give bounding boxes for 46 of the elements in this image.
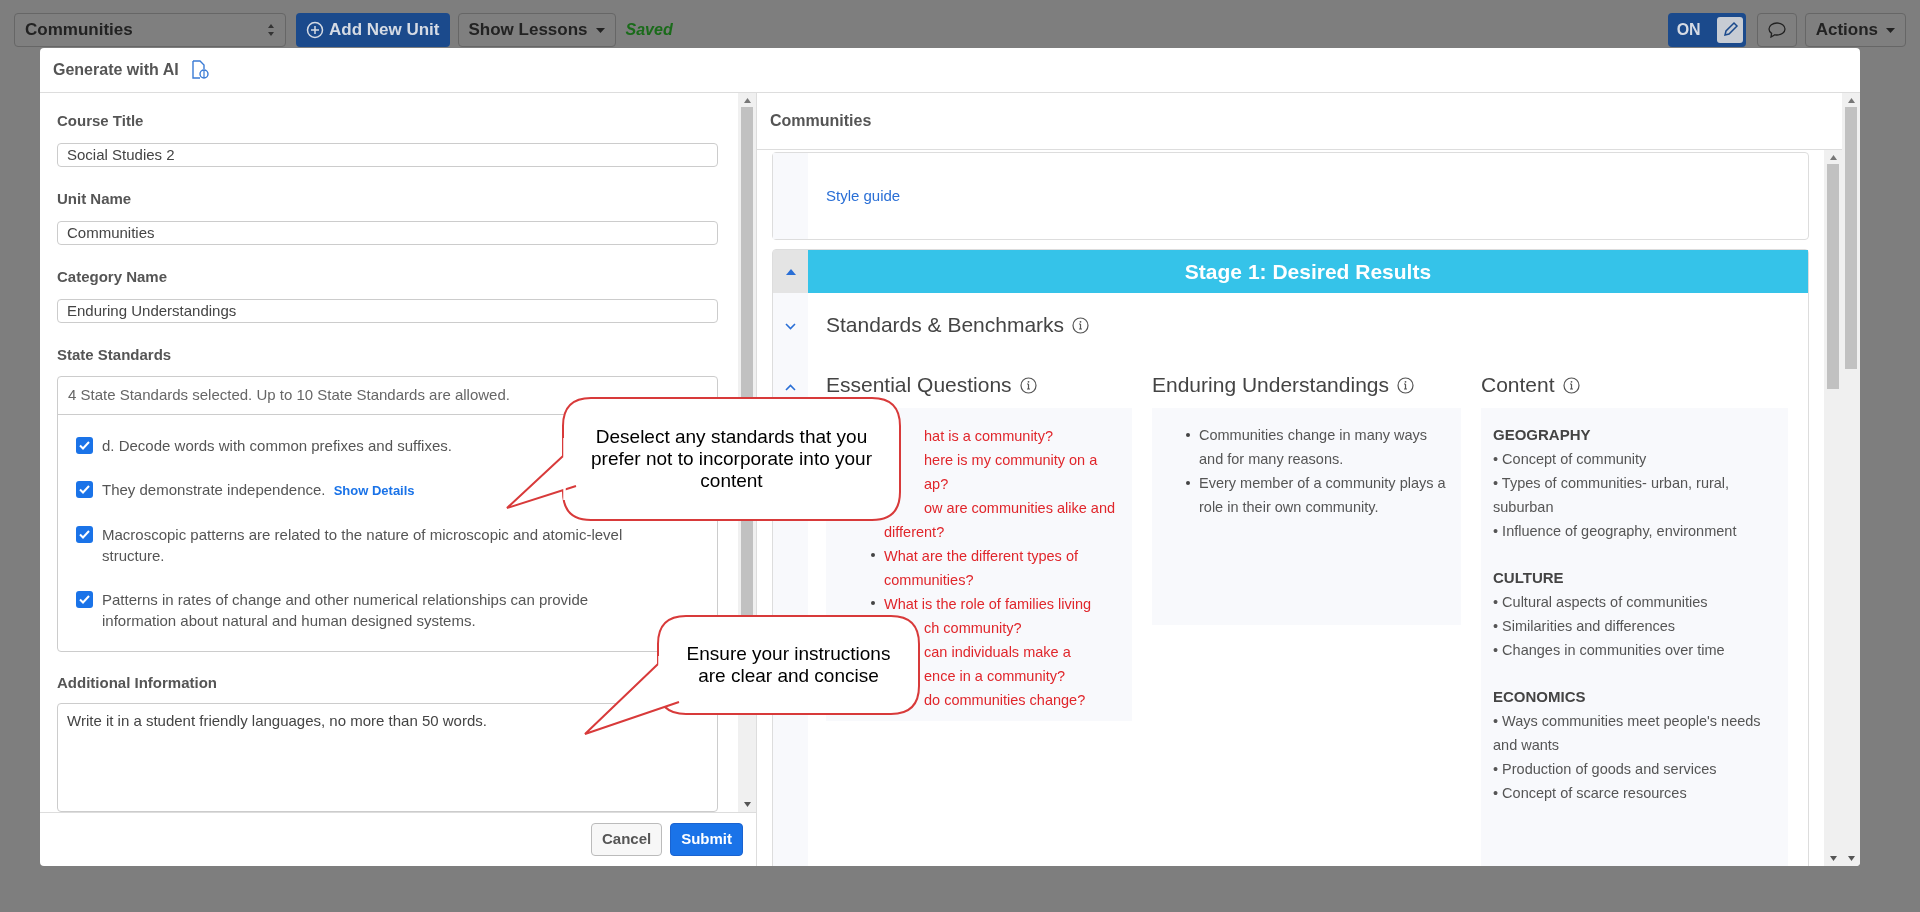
content-item: • Influence of geography, environment xyxy=(1493,522,1738,541)
content-item: • Ways communities meet people's needs and wants xyxy=(1493,712,1762,755)
callout-text: Deselect any standards that you prefer not to incorporate into your content xyxy=(590,426,873,492)
question-text: What is the role of families living xyxy=(884,595,1092,614)
question-text: do communities change? xyxy=(924,691,1086,710)
question-text: different? xyxy=(884,523,945,542)
preview-title: Communities xyxy=(770,111,872,131)
field-label: Unit Name xyxy=(57,189,132,210)
question-text: What are the different types of xyxy=(884,547,1078,566)
field-label: State Standards xyxy=(57,345,172,366)
content-item: • Changes in communities over time xyxy=(1493,641,1726,660)
content-heading: GEOGRAPHY xyxy=(1493,425,1592,445)
selection-summary: 4 State Standards selected. Up to 10 State Standards are allowed. xyxy=(68,384,510,405)
content-item: • Concept of scarce resources xyxy=(1493,784,1688,803)
content-item: • Production of goods and services xyxy=(1493,760,1718,779)
section-heading: Essential Questions xyxy=(826,372,1012,399)
section-heading: Standards & Benchmarks xyxy=(826,312,1065,339)
content-item: • Types of communities- urban, rural, suburban xyxy=(1493,474,1731,517)
question-text: ap? xyxy=(924,475,949,494)
content-heading: CULTURE xyxy=(1493,568,1565,588)
field-label: Course Title xyxy=(57,111,144,131)
question-text: ow are communities alike and xyxy=(924,499,1115,518)
question-text: here is my community on a xyxy=(924,451,1098,470)
question-text: ence in a community? xyxy=(924,667,1066,686)
standard-text: They demonstrate independence. xyxy=(102,480,326,498)
content-heading: ECONOMICS xyxy=(1493,687,1587,707)
callout-text: Ensure your instructions are clear and concise xyxy=(685,643,892,687)
stage-title: Stage 1: Desired Results xyxy=(808,250,1808,293)
question-text: can individuals make a xyxy=(924,643,1071,662)
save-status: Saved xyxy=(625,20,673,40)
modal-title: Generate with AI xyxy=(53,60,179,80)
section-heading: Content xyxy=(1481,372,1555,399)
question-text: communities? xyxy=(884,571,974,590)
question-text: hat is a community? xyxy=(924,427,1053,446)
standard-text: Macroscopic patterns are related to the nature of microscopic and atomic-level structure. xyxy=(102,525,623,564)
field-label: Category Name xyxy=(57,267,168,288)
section-heading: Enduring Understandings xyxy=(1152,372,1389,399)
question-text: ch community? xyxy=(924,619,1022,638)
standard-text: Patterns in rates of change and other numerical relationships can provide information about natural and human designed systems. xyxy=(102,590,589,629)
understanding-text: Communities change in many ways and for many reasons. xyxy=(1199,426,1429,469)
content-item: • Cultural aspects of communities xyxy=(1493,593,1709,612)
field-label: Additional Information xyxy=(57,672,217,693)
understanding-text: Every member of a community plays a role in their own community. xyxy=(1199,474,1447,517)
content-item: • Concept of community xyxy=(1493,450,1648,469)
standard-text: d. Decode words with common prefixes and suffixes. xyxy=(102,436,452,454)
content-item: • Similarities and differences xyxy=(1493,617,1677,636)
